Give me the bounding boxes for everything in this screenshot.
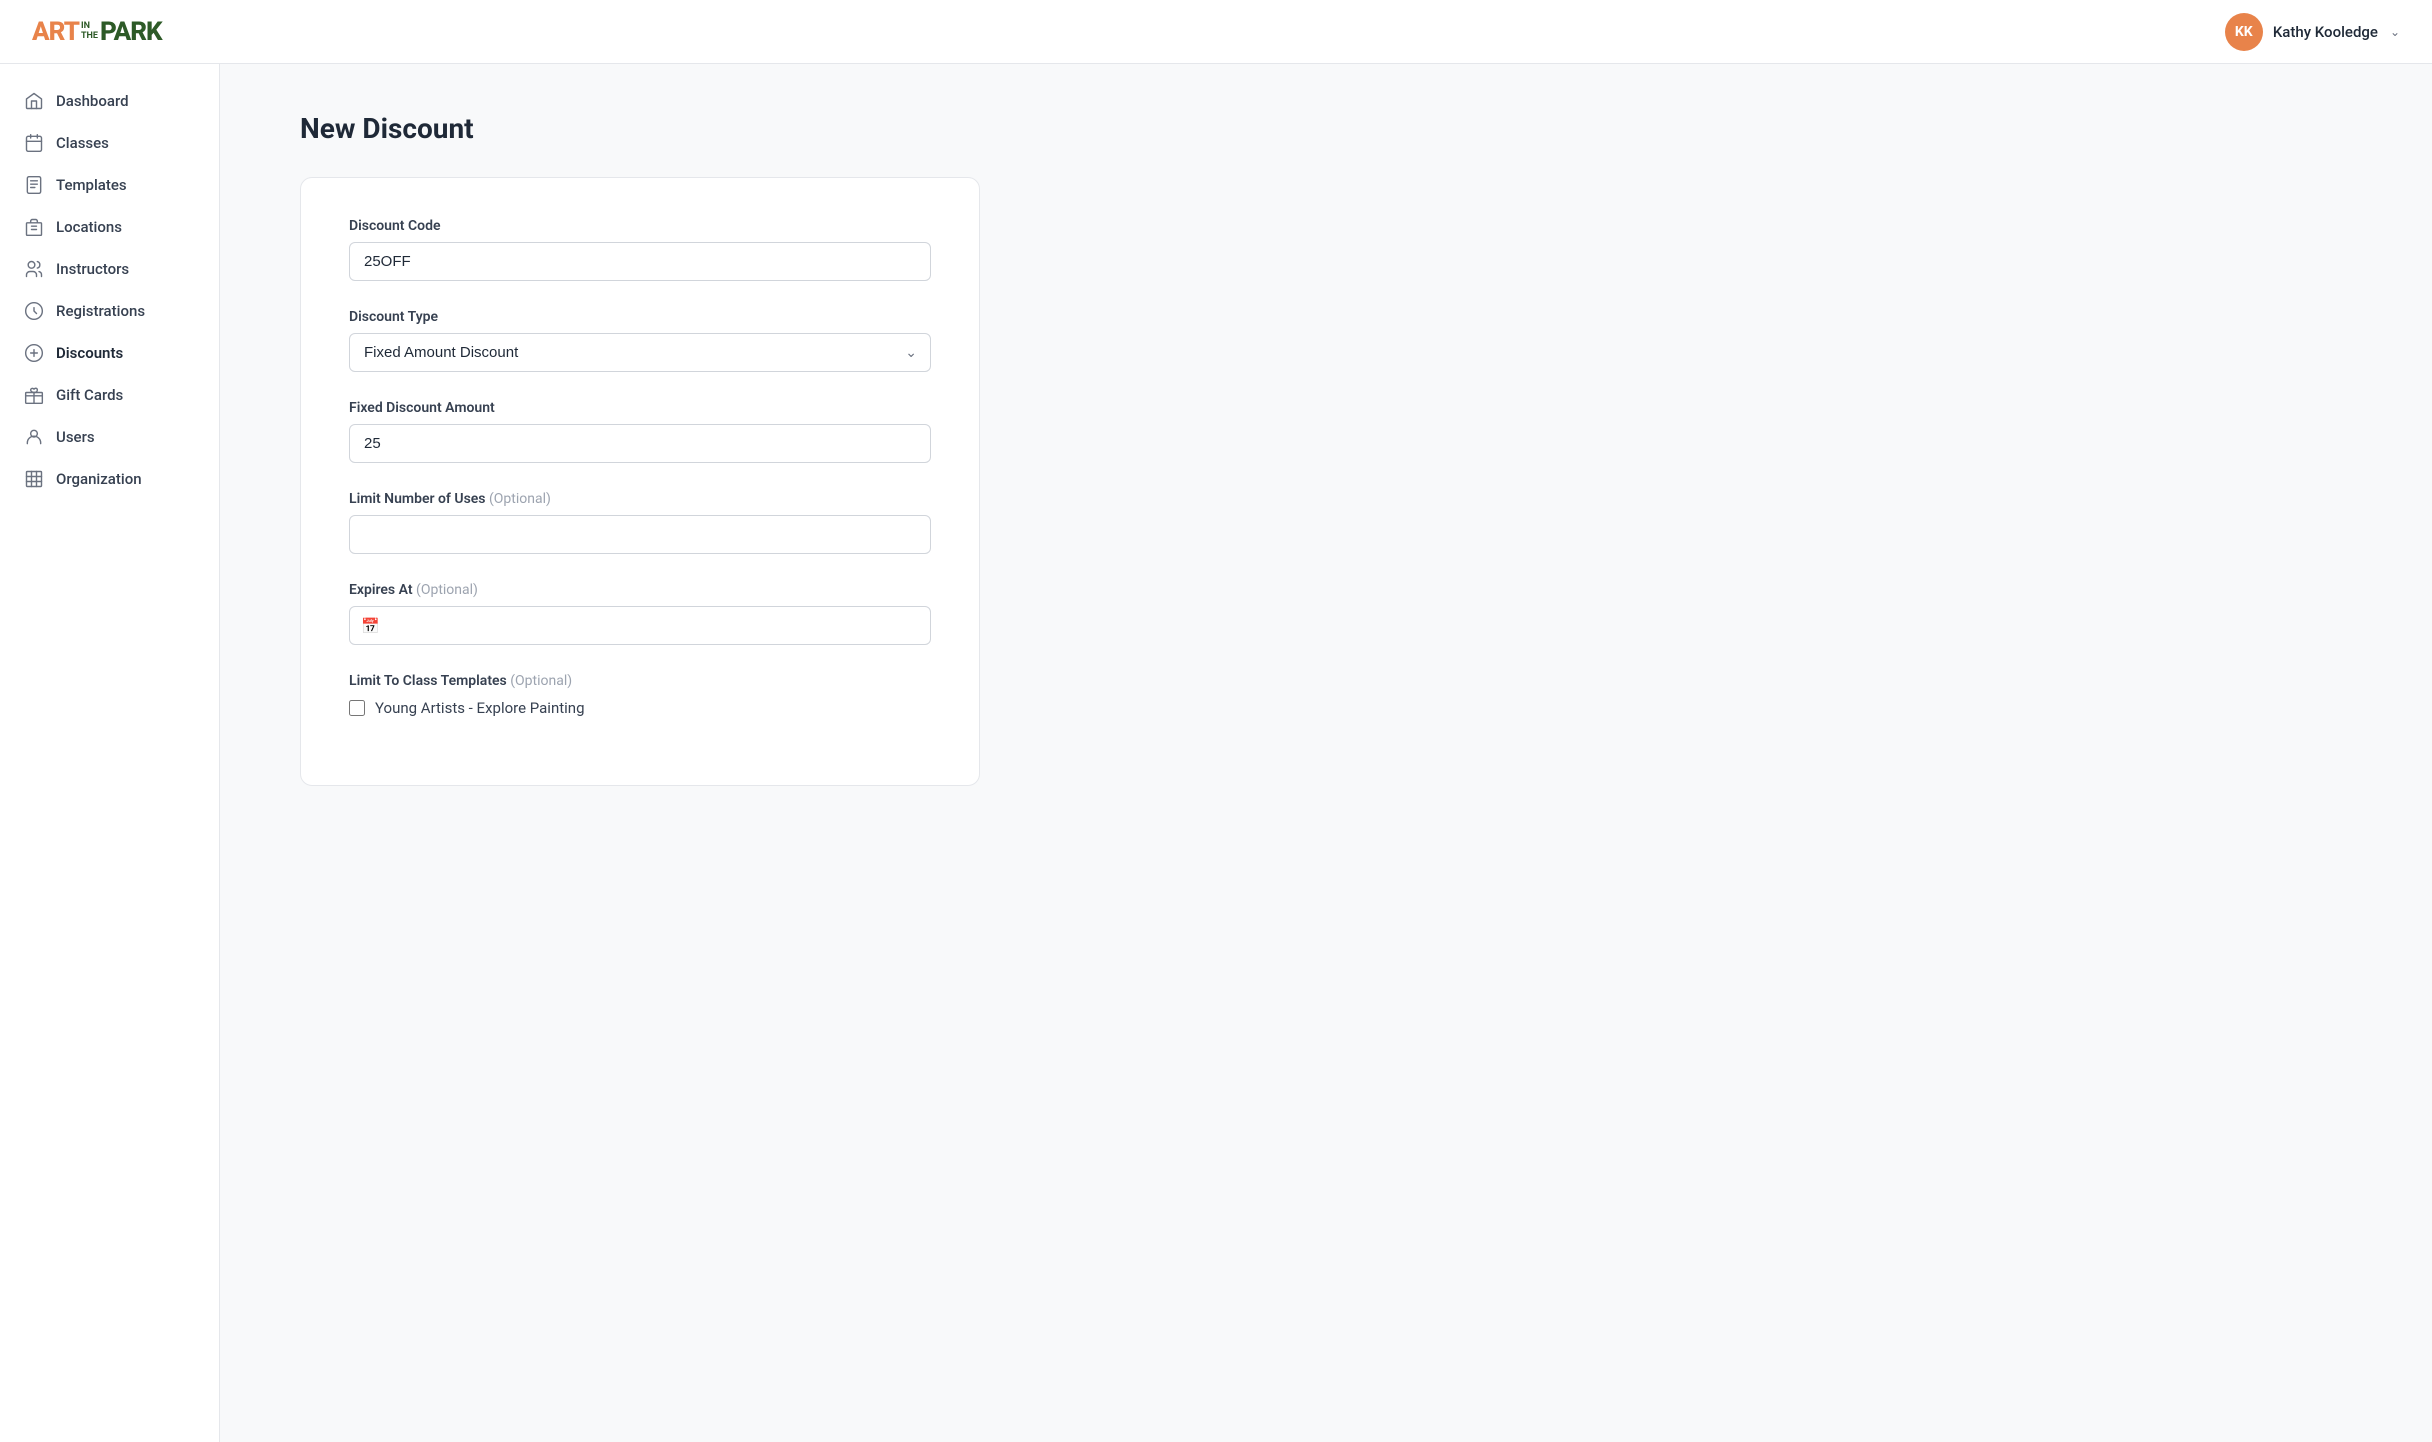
fixed-amount-label: Fixed Discount Amount	[349, 400, 931, 416]
discount-type-group: Discount Type Fixed Amount Discount Perc…	[349, 309, 931, 372]
limit-templates-optional: (Optional)	[510, 673, 572, 689]
class-template-checkbox[interactable]	[349, 700, 365, 716]
limit-templates-label: Limit To Class Templates (Optional)	[349, 673, 931, 689]
avatar: KK	[2225, 13, 2263, 51]
sidebar-item-label: Instructors	[56, 260, 129, 278]
instructors-icon	[24, 259, 44, 279]
person-icon	[24, 427, 44, 447]
page-title: New Discount	[300, 112, 2352, 145]
fixed-amount-input[interactable]	[349, 424, 931, 463]
sidebar-item-label: Dashboard	[56, 92, 129, 110]
discount-code-group: Discount Code	[349, 218, 931, 281]
sidebar-item-locations[interactable]: Locations	[0, 206, 219, 248]
home-icon	[24, 91, 44, 111]
sidebar-item-label: Discounts	[56, 344, 123, 362]
sidebar-item-users[interactable]: Users	[0, 416, 219, 458]
logo-in-the-text: INTHE	[81, 22, 98, 42]
layout: Dashboard Classes Templates	[0, 64, 2432, 1442]
office-icon	[24, 469, 44, 489]
sidebar-item-label: Locations	[56, 218, 122, 236]
sidebar-item-label: Classes	[56, 134, 109, 152]
calendar-icon	[24, 133, 44, 153]
tag-icon	[24, 343, 44, 363]
sidebar-item-dashboard[interactable]: Dashboard	[0, 80, 219, 122]
header: ART INTHE PARK KK Kathy Kooledge ⌄	[0, 0, 2432, 64]
limit-uses-group: Limit Number of Uses (Optional)	[349, 491, 931, 554]
sidebar-item-label: Templates	[56, 176, 127, 194]
limit-uses-optional: (Optional)	[489, 491, 551, 507]
expires-at-group: Expires At (Optional) 📅	[349, 582, 931, 645]
sidebar-item-organization[interactable]: Organization	[0, 458, 219, 500]
discount-type-select[interactable]: Fixed Amount Discount Percentage Discoun…	[349, 333, 931, 372]
logo-park-text: PARK	[100, 17, 162, 47]
sidebar-item-registrations[interactable]: Registrations	[0, 290, 219, 332]
sidebar-item-classes[interactable]: Classes	[0, 122, 219, 164]
expires-at-label: Expires At (Optional)	[349, 582, 931, 598]
fixed-amount-group: Fixed Discount Amount	[349, 400, 931, 463]
sidebar-item-label: Registrations	[56, 302, 145, 320]
limit-uses-input[interactable]	[349, 515, 931, 554]
building-icon	[24, 217, 44, 237]
limit-uses-label: Limit Number of Uses (Optional)	[349, 491, 931, 507]
gift-icon	[24, 385, 44, 405]
class-template-item: Young Artists - Explore Painting	[349, 699, 931, 717]
chevron-down-icon: ⌄	[2390, 25, 2400, 39]
discount-type-label: Discount Type	[349, 309, 931, 325]
sidebar-item-label: Organization	[56, 470, 142, 488]
sidebar-item-templates[interactable]: Templates	[0, 164, 219, 206]
form-card: Discount Code Discount Type Fixed Amount…	[300, 177, 980, 786]
logo-art-text: ART	[32, 17, 79, 47]
expires-at-optional: (Optional)	[416, 582, 478, 598]
sidebar-item-label: Users	[56, 428, 95, 446]
limit-templates-group: Limit To Class Templates (Optional) Youn…	[349, 673, 931, 717]
user-menu[interactable]: KK Kathy Kooledge ⌄	[2225, 13, 2400, 51]
file-icon	[24, 175, 44, 195]
sidebar-item-gift-cards[interactable]: Gift Cards	[0, 374, 219, 416]
expires-at-input-wrapper: 📅	[349, 606, 931, 645]
class-template-label: Young Artists - Explore Painting	[375, 699, 585, 717]
registrations-icon	[24, 301, 44, 321]
discount-code-input[interactable]	[349, 242, 931, 281]
sidebar-item-label: Gift Cards	[56, 386, 123, 404]
sidebar-item-instructors[interactable]: Instructors	[0, 248, 219, 290]
logo: ART INTHE PARK	[32, 17, 162, 47]
sidebar: Dashboard Classes Templates	[0, 64, 220, 1442]
sidebar-item-discounts[interactable]: Discounts	[0, 332, 219, 374]
expires-at-input[interactable]	[349, 606, 931, 645]
discount-code-label: Discount Code	[349, 218, 931, 234]
discount-type-select-wrapper: Fixed Amount Discount Percentage Discoun…	[349, 333, 931, 372]
main-content: New Discount Discount Code Discount Type…	[220, 64, 2432, 1442]
user-name: Kathy Kooledge	[2273, 23, 2378, 41]
